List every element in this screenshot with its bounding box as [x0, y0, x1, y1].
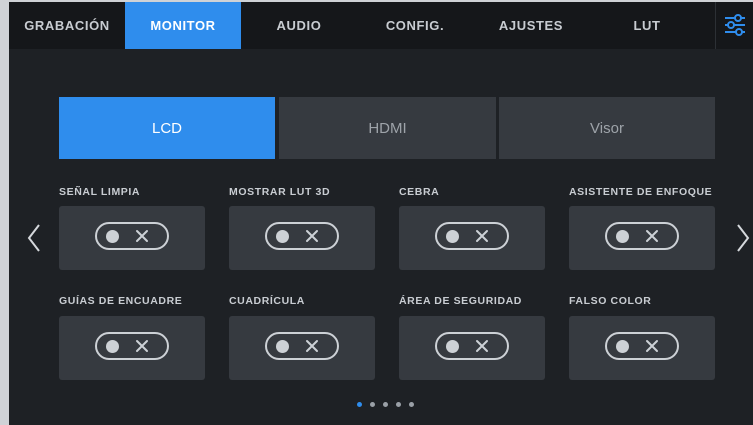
toggle-mostrar-lut-3d[interactable]: [265, 222, 339, 250]
x-icon: [136, 340, 148, 352]
page-dot-4[interactable]: [396, 402, 401, 407]
option-card-senal-limpia: [59, 206, 205, 270]
toggle-knob: [276, 340, 289, 353]
tab-grabacion[interactable]: GRABACIÓN: [9, 2, 125, 49]
chevron-left-icon[interactable]: [26, 222, 42, 254]
toggle-cuadricula[interactable]: [265, 332, 339, 360]
option-label-falso-color: FALSO COLOR: [569, 295, 652, 307]
option-label-asistente-de-enfoque: ASISTENTE DE ENFOQUE: [569, 186, 713, 198]
sliders-icon: [725, 14, 745, 36]
tab-audio[interactable]: AUDIO: [241, 2, 357, 49]
output-visor[interactable]: Visor: [499, 97, 715, 159]
toggle-cebra[interactable]: [435, 222, 509, 250]
option-label-mostrar-lut-3d: MOSTRAR LUT 3D: [229, 186, 331, 198]
toggle-knob: [106, 340, 119, 353]
option-label-guias-de-encuadre: GUÍAS DE ENCUADRE: [59, 295, 183, 307]
option-label-cuadricula: CUADRÍCULA: [229, 295, 305, 307]
toggle-knob: [616, 340, 629, 353]
tab-config[interactable]: CONFIG.: [357, 2, 473, 49]
toggle-falso-color[interactable]: [605, 332, 679, 360]
x-icon: [306, 340, 318, 352]
x-icon: [136, 230, 148, 242]
x-icon: [306, 230, 318, 242]
option-card-cebra: [399, 206, 545, 270]
page-dot-5[interactable]: [409, 402, 414, 407]
toggle-asistente-de-enfoque[interactable]: [605, 222, 679, 250]
top-tab-bar: GRABACIÓN MONITOR AUDIO CONFIG. AJUSTES …: [9, 2, 753, 49]
option-label-senal-limpia: SEÑAL LIMPIA: [59, 186, 141, 198]
page-dot-3[interactable]: [383, 402, 388, 407]
toggle-area-de-seguridad[interactable]: [435, 332, 509, 360]
toggle-knob: [276, 230, 289, 243]
option-label-area-de-seguridad: ÁREA DE SEGURIDAD: [399, 295, 522, 307]
output-hdmi[interactable]: HDMI: [279, 97, 496, 159]
tab-lut[interactable]: LUT: [589, 2, 705, 49]
option-label-cebra: CEBRA: [399, 186, 440, 198]
option-card-mostrar-lut-3d: [229, 206, 375, 270]
toggle-knob: [616, 230, 629, 243]
toggle-knob: [106, 230, 119, 243]
option-card-guias-de-encuadre: [59, 316, 205, 380]
chevron-right-icon[interactable]: [735, 222, 751, 254]
toggle-knob: [446, 340, 459, 353]
toggle-senal-limpia[interactable]: [95, 222, 169, 250]
x-icon: [476, 340, 488, 352]
settings-button[interactable]: [715, 2, 753, 49]
option-card-asistente-de-enfoque: [569, 206, 715, 270]
tab-ajustes[interactable]: AJUSTES: [473, 2, 589, 49]
output-lcd[interactable]: LCD: [59, 97, 275, 159]
x-icon: [646, 340, 658, 352]
monitor-settings-screen: GRABACIÓN MONITOR AUDIO CONFIG. AJUSTES …: [9, 2, 753, 425]
x-icon: [646, 230, 658, 242]
page-dot-1[interactable]: [357, 402, 362, 407]
option-card-cuadricula: [229, 316, 375, 380]
x-icon: [476, 230, 488, 242]
tab-monitor[interactable]: MONITOR: [125, 2, 241, 49]
option-card-falso-color: [569, 316, 715, 380]
toggle-knob: [446, 230, 459, 243]
option-card-area-de-seguridad: [399, 316, 545, 380]
toggle-guias-de-encuadre[interactable]: [95, 332, 169, 360]
page-dot-2[interactable]: [370, 402, 375, 407]
